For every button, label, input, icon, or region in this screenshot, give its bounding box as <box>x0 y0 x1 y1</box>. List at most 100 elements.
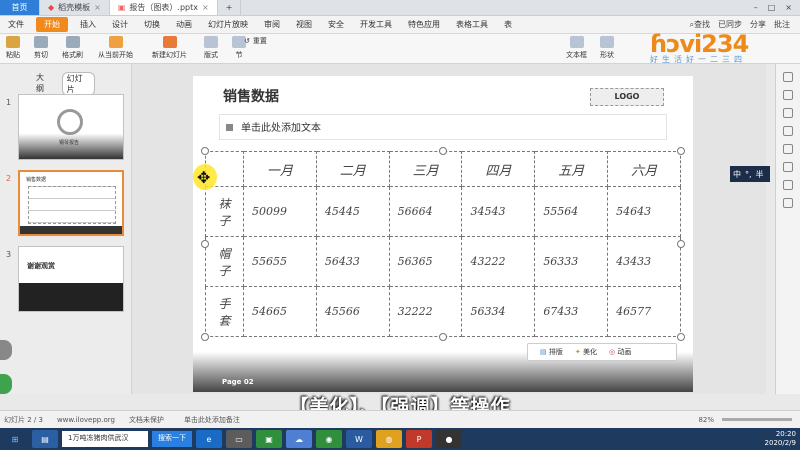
ie-button[interactable]: e <box>196 430 222 448</box>
layout-button[interactable]: 版式 <box>204 36 218 60</box>
slide-thumbnail-1[interactable]: 钢琴报告 <box>18 94 124 160</box>
copy-button[interactable]: 格式刷 <box>62 36 83 60</box>
folder-button[interactable]: ▭ <box>226 430 252 448</box>
resize-handle[interactable] <box>201 333 209 341</box>
menu-start[interactable]: 开始 <box>36 17 68 32</box>
app-button[interactable]: ▣ <box>256 430 282 448</box>
menu-design[interactable]: 设计 <box>104 19 136 30</box>
table-cell[interactable]: 45566 <box>315 286 390 337</box>
menu-file[interactable]: 文件 <box>0 19 32 30</box>
wps-button[interactable]: P <box>406 430 432 448</box>
slide-thumbnail-3[interactable]: 谢谢观赏 <box>18 246 124 312</box>
animate-action[interactable]: ◎ 动画 <box>609 347 631 357</box>
close-icon[interactable]: × <box>94 3 101 12</box>
table-cell[interactable]: 56334 <box>461 286 536 337</box>
new-slide-button[interactable]: 新建幻灯片 <box>152 36 187 60</box>
resize-handle[interactable] <box>677 333 685 341</box>
table-cell[interactable]: 54665 <box>243 286 317 337</box>
table-cell[interactable]: 56433 <box>315 236 390 287</box>
table-cell[interactable]: 54643 <box>607 186 681 237</box>
menu-view[interactable]: 视图 <box>288 19 320 30</box>
resize-handle[interactable] <box>439 333 447 341</box>
menu-developer[interactable]: 开发工具 <box>352 19 400 30</box>
search-button[interactable]: ⌕查找 <box>690 19 710 30</box>
menu-slideshow[interactable]: 幻灯片放映 <box>200 19 256 30</box>
table-row-label[interactable]: 帽子 <box>205 236 244 287</box>
resize-handle[interactable] <box>677 240 685 248</box>
start-button[interactable]: ⊞ <box>2 430 28 448</box>
text-placeholder[interactable]: 单击此处添加文本 <box>219 114 667 140</box>
shape-panel-icon[interactable] <box>783 144 793 154</box>
style-icon[interactable] <box>783 90 793 100</box>
slide-title[interactable]: 销售数据 <box>223 86 279 106</box>
resize-handle[interactable] <box>439 147 447 155</box>
recorder-button[interactable]: ● <box>436 430 462 448</box>
shape-button[interactable]: 形状 <box>600 36 614 60</box>
notes-placeholder[interactable]: 单击此处添加备注 <box>164 415 240 425</box>
image-icon[interactable] <box>783 162 793 172</box>
tab-template[interactable]: ◆ 稻壳模板 × <box>40 0 110 15</box>
table-cell[interactable]: 46577 <box>607 286 681 337</box>
table-cell[interactable]: 50099 <box>243 186 317 237</box>
table-cell[interactable]: 56333 <box>534 236 609 287</box>
menu-review[interactable]: 审阅 <box>256 19 288 30</box>
menu-security[interactable]: 安全 <box>320 19 352 30</box>
layout-action[interactable]: ▤ 排版 <box>540 347 563 357</box>
cut-button[interactable]: 剪切 <box>34 36 48 60</box>
sales-table[interactable]: 一月 二月 三月 四月 五月 六月 袜子 50099 45445 56664 3… <box>205 151 681 337</box>
system-clock[interactable]: 20:20 2020/2/9 <box>765 430 800 448</box>
chrome-button[interactable]: ◍ <box>376 430 402 448</box>
table-header-cell[interactable]: 三月 <box>388 151 463 187</box>
comment-button[interactable]: 批注 <box>774 19 790 30</box>
close-window-icon[interactable]: × <box>785 3 792 12</box>
logo-placeholder[interactable]: LOGO <box>590 88 664 106</box>
animation-panel-icon[interactable] <box>783 108 793 118</box>
table-row-label[interactable]: 手套 <box>205 286 244 337</box>
ime-indicator[interactable]: 中 °, 半 <box>730 166 770 182</box>
zoom-level[interactable]: 82% <box>698 416 714 424</box>
table-header-cell[interactable]: 四月 <box>461 151 536 187</box>
play-from-current-button[interactable]: 从当前开始 <box>98 36 133 60</box>
format-icon[interactable] <box>783 126 793 136</box>
reset-button[interactable]: ↺ 重置 <box>244 36 267 46</box>
backup-icon[interactable] <box>783 180 793 190</box>
table-cell[interactable]: 32222 <box>388 286 463 337</box>
table-header-cell[interactable]: 二月 <box>315 151 390 187</box>
resize-handle[interactable] <box>201 240 209 248</box>
menu-table-style[interactable]: 表 <box>496 19 520 30</box>
menu-insert[interactable]: 插入 <box>72 19 104 30</box>
paste-button[interactable]: 粘贴 <box>6 36 20 60</box>
left-edge-tab[interactable] <box>0 374 12 394</box>
table-header-cell[interactable]: 五月 <box>534 151 609 187</box>
table-header-cell[interactable]: 一月 <box>243 151 317 187</box>
left-edge-tab[interactable] <box>0 340 12 360</box>
sync-status[interactable]: 已同步 <box>718 19 742 30</box>
beautify-action[interactable]: ✦ 美化 <box>575 347 597 357</box>
table-row-label[interactable]: 袜子 <box>205 186 244 237</box>
minimize-icon[interactable]: – <box>754 3 758 12</box>
share-button[interactable]: 分享 <box>750 19 766 30</box>
table-cell[interactable]: 43433 <box>607 236 681 287</box>
zoom-slider[interactable] <box>722 418 792 421</box>
table-cell[interactable]: 55564 <box>534 186 609 237</box>
resize-handle[interactable] <box>677 147 685 155</box>
tab-slides[interactable]: 幻灯片 <box>61 72 95 96</box>
word-button[interactable]: W <box>346 430 372 448</box>
360-button[interactable]: ◉ <box>316 430 342 448</box>
browser-search-box[interactable]: 1万吨冻猪肉供武汉 <box>62 431 148 447</box>
table-cell[interactable]: 34543 <box>461 186 536 237</box>
table-cell[interactable]: 55655 <box>243 236 317 287</box>
table-cell[interactable]: 45445 <box>315 186 390 237</box>
protect-status[interactable]: 文档未保护 <box>115 415 164 425</box>
table-cell[interactable]: 56365 <box>388 236 463 287</box>
maximize-icon[interactable]: □ <box>768 3 776 12</box>
baidu-netdisk-button[interactable]: ☁ <box>286 430 312 448</box>
menu-transition[interactable]: 切换 <box>136 19 168 30</box>
settings-icon[interactable] <box>783 198 793 208</box>
table-header-cell[interactable]: 六月 <box>607 151 681 187</box>
textbox-button[interactable]: 文本框 <box>566 36 587 60</box>
tab-home[interactable]: 首页 <box>0 0 40 15</box>
tab-document[interactable]: ▣ 报告（图表）.pptx × <box>109 0 218 15</box>
menu-features[interactable]: 特色应用 <box>400 19 448 30</box>
explorer-button[interactable]: ▤ <box>32 430 58 448</box>
